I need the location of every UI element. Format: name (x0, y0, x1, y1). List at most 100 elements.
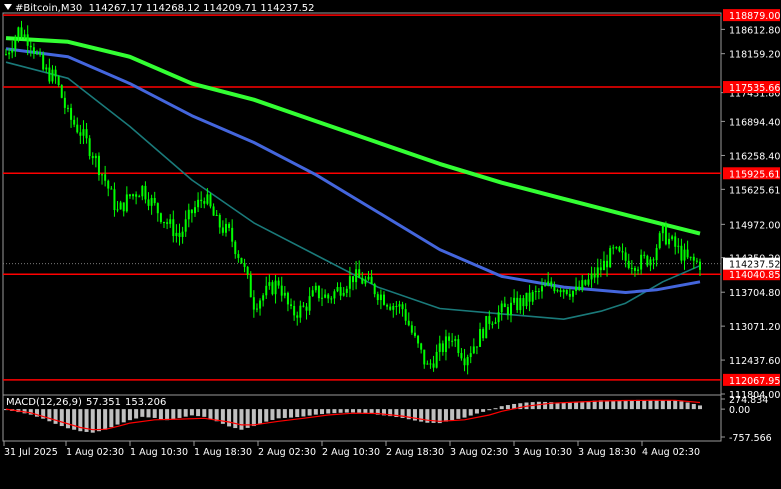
candle-body (661, 225, 664, 234)
trading-chart[interactable]: 118612.80118159.20117431.80116894.401162… (0, 0, 781, 489)
candle (661, 224, 664, 242)
candle (150, 194, 153, 215)
candle (649, 256, 652, 272)
candle-body (262, 295, 265, 301)
candle (94, 153, 97, 168)
candle (627, 253, 630, 270)
candle-body (153, 198, 156, 204)
candle (11, 40, 14, 59)
candle-body (175, 232, 178, 237)
candle-body (488, 316, 491, 324)
candle-body (537, 290, 540, 292)
candle-body (88, 138, 91, 157)
candle (553, 281, 556, 294)
low-value: 114209.71 (203, 3, 258, 14)
candle (73, 115, 76, 128)
macd-main-value: 57.351 (85, 397, 121, 408)
candle (525, 292, 528, 310)
candle-body (695, 260, 698, 262)
candle-body (193, 207, 196, 214)
macd-bar (332, 409, 337, 414)
candle (305, 303, 308, 320)
candle (615, 246, 618, 250)
candle-body (534, 290, 537, 293)
candle-body (550, 281, 553, 285)
macd-bar (264, 409, 269, 422)
candle-body (444, 336, 447, 353)
candle (135, 191, 138, 205)
candle-body (398, 304, 401, 307)
candle (268, 274, 271, 290)
macd-bar (158, 409, 163, 420)
candle (655, 244, 658, 267)
candle (336, 282, 339, 293)
candle (82, 120, 85, 145)
candle (66, 104, 69, 113)
candle (606, 254, 609, 277)
candle (314, 282, 317, 293)
ma-mid-line (5, 47, 701, 294)
macd-tick-label: -757.566 (729, 433, 772, 444)
candle-body (45, 67, 48, 70)
candle-body (389, 306, 392, 310)
candle (271, 280, 274, 296)
candle (97, 152, 100, 181)
macd-bar (351, 409, 355, 413)
candle (221, 220, 224, 236)
candle (70, 103, 73, 128)
macd-bar (660, 400, 665, 410)
candle (234, 240, 237, 259)
candle-body (677, 245, 680, 247)
macd-bar (462, 409, 467, 418)
candle-body (163, 221, 166, 223)
candle-body (265, 285, 268, 296)
candle (286, 291, 289, 312)
level-price-label: 118879.00 (729, 11, 780, 22)
time-tick-label: 4 Aug 02:30 (642, 447, 700, 458)
candle-body (519, 298, 522, 311)
macd-bar (282, 409, 287, 418)
macd-bar (443, 409, 448, 422)
candle (262, 293, 265, 307)
candle-body (432, 363, 435, 368)
candle-body (243, 263, 246, 267)
candle (60, 84, 63, 99)
level-price-label: 114040.85 (729, 270, 780, 281)
price-tick-label: 118159.20 (729, 50, 780, 61)
candle-body (234, 241, 237, 255)
candle (175, 224, 178, 243)
candle-body (658, 233, 661, 249)
candle (138, 194, 141, 198)
candle-body (206, 194, 209, 204)
candle-body (606, 260, 609, 268)
candle-body (94, 155, 97, 159)
macd-bar (499, 406, 504, 410)
candle-body (469, 353, 472, 358)
candle-body (85, 129, 88, 139)
candle-body (624, 252, 627, 261)
candle (407, 312, 410, 327)
candle-body (104, 174, 107, 181)
candle (593, 267, 596, 284)
collapse-triangle-icon[interactable] (4, 4, 12, 10)
candle (386, 303, 389, 310)
candle (658, 231, 661, 250)
candle-body (141, 185, 144, 197)
candle (596, 258, 599, 285)
candle-body (144, 185, 147, 200)
candle-body (680, 245, 683, 261)
candle-body (581, 280, 584, 290)
candle (581, 274, 584, 293)
candle-body (237, 254, 240, 258)
candle (166, 218, 169, 230)
candle (382, 291, 385, 306)
candle-body (113, 189, 116, 211)
macd-bar (115, 409, 120, 425)
candle (14, 34, 17, 57)
candle-body (426, 363, 429, 365)
candle (643, 251, 646, 259)
candle (389, 303, 392, 311)
candle (45, 64, 48, 73)
time-tick-label: 3 Aug 02:30 (450, 447, 508, 458)
candle (404, 303, 407, 325)
